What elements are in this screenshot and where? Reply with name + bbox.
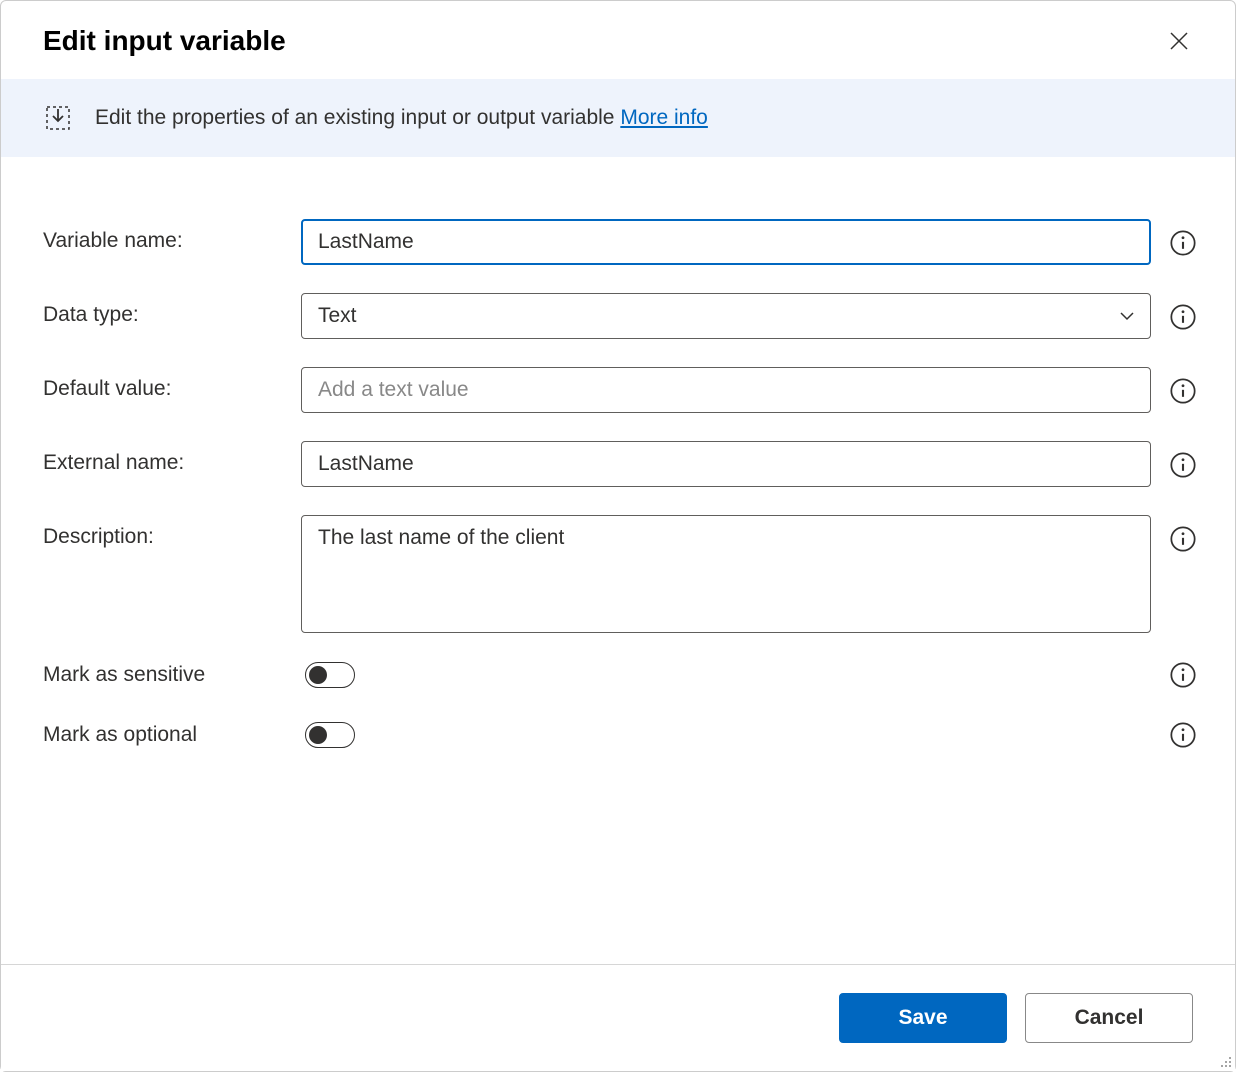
info-icon[interactable] [1169,451,1197,479]
close-icon [1169,31,1189,51]
row-description: Description: [43,515,1197,633]
label-external-name: External name: [43,441,283,475]
input-variable-name[interactable] [301,219,1151,265]
form-area: Variable name: Data type: Text [1,157,1235,821]
label-mark-sensitive: Mark as sensitive [43,663,305,687]
label-mark-optional: Mark as optional [43,723,305,747]
resize-grip-icon[interactable] [1217,1053,1233,1069]
toggle-knob [309,666,327,684]
info-icon[interactable] [1169,721,1197,749]
row-data-type: Data type: Text [43,293,1197,339]
input-description[interactable] [301,515,1151,633]
label-description: Description: [43,515,283,549]
label-variable-name: Variable name: [43,219,283,253]
close-button[interactable] [1165,27,1193,55]
dialog-footer: Save Cancel [1,964,1235,1071]
label-data-type: Data type: [43,293,283,327]
input-external-name[interactable] [301,441,1151,487]
row-mark-optional: Mark as optional [43,721,1197,749]
info-banner: Edit the properties of an existing input… [1,79,1235,157]
select-data-type[interactable]: Text [301,293,1151,339]
info-icon[interactable] [1169,377,1197,405]
toggle-mark-sensitive[interactable] [305,662,355,688]
more-info-link[interactable]: More info [620,106,708,129]
toggle-knob [309,726,327,744]
banner-text: Edit the properties of an existing input… [95,106,708,130]
label-default-value: Default value: [43,367,283,401]
save-button[interactable]: Save [839,993,1007,1043]
info-icon[interactable] [1169,525,1197,553]
input-default-value[interactable] [301,367,1151,413]
info-icon[interactable] [1169,229,1197,257]
dialog-title: Edit input variable [43,25,286,57]
import-icon [43,103,73,133]
row-mark-sensitive: Mark as sensitive [43,661,1197,689]
row-external-name: External name: [43,441,1197,487]
info-icon[interactable] [1169,303,1197,331]
info-icon[interactable] [1169,661,1197,689]
toggle-mark-optional[interactable] [305,722,355,748]
dialog-header: Edit input variable [1,1,1235,79]
row-variable-name: Variable name: [43,219,1197,265]
cancel-button[interactable]: Cancel [1025,993,1193,1043]
row-default-value: Default value: [43,367,1197,413]
